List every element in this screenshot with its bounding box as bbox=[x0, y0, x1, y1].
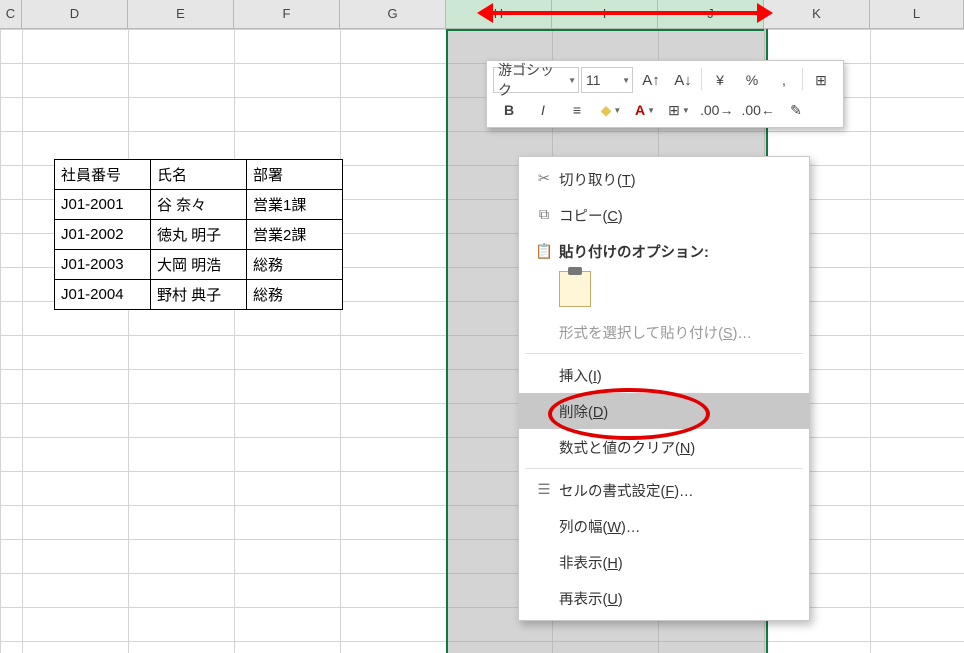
mini-toolbar: 游ゴシック ▼ 11 ▼ A↑A↓¥%,⊞ BI≡◆▼A▼⊞▼.00→.00←✎ bbox=[486, 60, 844, 128]
spreadsheet-window: CDEFGHIJKL 社員番号氏名部署J01-2001谷 奈々営業1課J01-2… bbox=[0, 0, 964, 652]
font-size-value: 11 bbox=[586, 72, 601, 88]
menu-item[interactable]: 再表示(U) bbox=[519, 580, 809, 616]
clipboard-icon: 📋 bbox=[529, 243, 559, 260]
list-icon: ☰ bbox=[529, 482, 559, 498]
font-color-button[interactable]: A▼ bbox=[629, 98, 661, 122]
column-header-F[interactable]: F bbox=[234, 0, 340, 28]
font-size-combo[interactable]: 11 ▼ bbox=[581, 67, 633, 93]
table-cell[interactable]: 部署 bbox=[247, 160, 343, 190]
table-cell[interactable]: 総務 bbox=[247, 250, 343, 280]
format-painter-button[interactable]: ✎ bbox=[780, 98, 812, 122]
menu-item[interactable]: 挿入(I) bbox=[519, 357, 809, 393]
chevron-down-icon: ▼ bbox=[622, 76, 630, 85]
fill-color-button[interactable]: ◆▼ bbox=[595, 98, 627, 122]
increase-decimal-button[interactable]: .00→ bbox=[697, 98, 736, 122]
chevron-down-icon: ▼ bbox=[682, 106, 690, 115]
table-row: 社員番号氏名部署 bbox=[55, 160, 343, 190]
menu-item-label: セルの書式設定(F)… bbox=[559, 480, 694, 501]
table-row: J01-2002徳丸 明子営業2課 bbox=[55, 220, 343, 250]
table-cell[interactable]: 営業1課 bbox=[247, 190, 343, 220]
percent-icon[interactable]: % bbox=[736, 68, 768, 92]
table-row: J01-2001谷 奈々営業1課 bbox=[55, 190, 343, 220]
column-header-E[interactable]: E bbox=[128, 0, 234, 28]
font-name-value: 游ゴシック bbox=[498, 60, 566, 100]
align-button[interactable]: ≡ bbox=[561, 98, 593, 122]
column-header-L[interactable]: L bbox=[870, 0, 964, 28]
table-cell[interactable]: 社員番号 bbox=[55, 160, 151, 190]
menu-item[interactable]: ✂切り取り(T) bbox=[519, 161, 809, 197]
column-header-C[interactable]: C bbox=[0, 0, 22, 28]
menu-item[interactable]: 削除(D) bbox=[519, 393, 809, 429]
menu-item[interactable]: ⧉コピー(C) bbox=[519, 197, 809, 233]
menu-item-label: 削除(D) bbox=[559, 401, 608, 422]
borders-button[interactable]: ⊞▼ bbox=[663, 98, 695, 122]
table-cell[interactable]: J01-2002 bbox=[55, 220, 151, 250]
table-cell[interactable]: J01-2003 bbox=[55, 250, 151, 280]
chevron-down-icon: ▼ bbox=[568, 76, 576, 85]
menu-item: 形式を選択して貼り付け(S)… bbox=[519, 314, 809, 350]
font-name-combo[interactable]: 游ゴシック ▼ bbox=[493, 67, 579, 93]
table-cell[interactable]: 徳丸 明子 bbox=[151, 220, 247, 250]
menu-item[interactable]: 非表示(H) bbox=[519, 544, 809, 580]
table-row: J01-2003大岡 明浩総務 bbox=[55, 250, 343, 280]
selection-width-arrow-annotation bbox=[491, 11, 759, 15]
column-header-G[interactable]: G bbox=[340, 0, 446, 28]
decrease-font-icon[interactable]: A↓ bbox=[667, 68, 699, 92]
menu-item-label: 非表示(H) bbox=[559, 552, 623, 573]
italic-button[interactable]: I bbox=[527, 98, 559, 122]
table-cell[interactable]: 氏名 bbox=[151, 160, 247, 190]
increase-font-icon[interactable]: A↑ bbox=[635, 68, 667, 92]
column-header-D[interactable]: D bbox=[22, 0, 128, 28]
menu-item-label: 列の幅(W)… bbox=[559, 516, 640, 537]
cut-icon: ✂ bbox=[529, 171, 559, 187]
currency-icon[interactable]: ¥ bbox=[704, 68, 736, 92]
paste-option-default[interactable] bbox=[559, 271, 591, 307]
context-menu: ✂切り取り(T)⧉コピー(C)📋貼り付けのオプション:形式を選択して貼り付け(S… bbox=[518, 156, 810, 621]
menu-item[interactable]: 列の幅(W)… bbox=[519, 508, 809, 544]
menu-item-label: 挿入(I) bbox=[559, 365, 602, 386]
menu-separator bbox=[525, 468, 803, 469]
table-cell[interactable]: 野村 典子 bbox=[151, 280, 247, 310]
table-row: J01-2004野村 典子総務 bbox=[55, 280, 343, 310]
menu-item[interactable]: 数式と値のクリア(N) bbox=[519, 429, 809, 465]
table-cell[interactable]: 大岡 明浩 bbox=[151, 250, 247, 280]
table-cell[interactable]: 営業2課 bbox=[247, 220, 343, 250]
paste-options-row bbox=[519, 269, 809, 314]
menu-item-label: 切り取り(T) bbox=[559, 169, 636, 190]
menu-item[interactable]: ☰セルの書式設定(F)… bbox=[519, 472, 809, 508]
chevron-down-icon: ▼ bbox=[613, 106, 621, 115]
copy-icon: ⧉ bbox=[529, 207, 559, 223]
bold-button[interactable]: B bbox=[493, 98, 525, 122]
decrease-decimal-button[interactable]: .00← bbox=[738, 98, 777, 122]
data-table: 社員番号氏名部署J01-2001谷 奈々営業1課J01-2002徳丸 明子営業2… bbox=[54, 159, 343, 310]
table-cell[interactable]: 総務 bbox=[247, 280, 343, 310]
comma-icon[interactable]: , bbox=[768, 68, 800, 92]
chevron-down-icon: ▼ bbox=[647, 106, 655, 115]
menu-item[interactable]: 📋貼り付けのオプション: bbox=[519, 233, 809, 269]
table-cell[interactable]: J01-2004 bbox=[55, 280, 151, 310]
column-header-K[interactable]: K bbox=[764, 0, 870, 28]
menu-item-label: 再表示(U) bbox=[559, 588, 623, 609]
menu-item-label: コピー(C) bbox=[559, 205, 623, 226]
table-cell[interactable]: 谷 奈々 bbox=[151, 190, 247, 220]
menu-item-label: 数式と値のクリア(N) bbox=[559, 437, 695, 458]
menu-separator bbox=[525, 353, 803, 354]
table-cell[interactable]: J01-2001 bbox=[55, 190, 151, 220]
format-table-icon[interactable]: ⊞ bbox=[805, 68, 837, 92]
menu-item-label: 貼り付けのオプション: bbox=[559, 241, 709, 262]
menu-item-label: 形式を選択して貼り付け(S)… bbox=[559, 322, 752, 343]
